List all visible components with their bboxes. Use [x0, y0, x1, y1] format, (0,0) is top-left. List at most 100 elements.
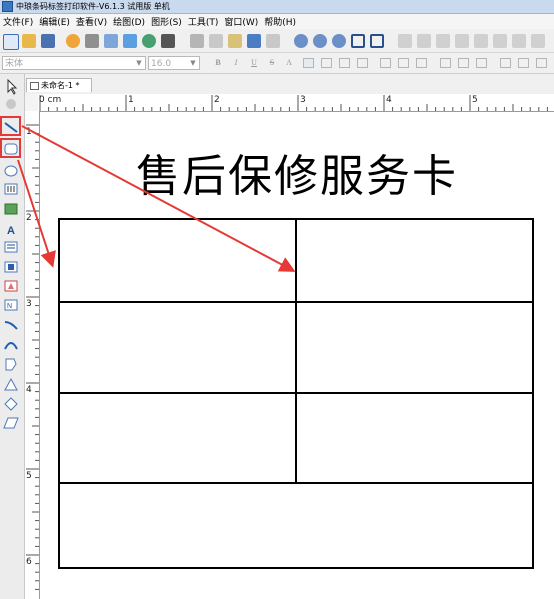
diamond-icon[interactable] [4, 397, 18, 411]
chevron-down-icon[interactable]: ▼ [134, 58, 144, 68]
horizontal-ruler: 0 cm 1 2 3 4 5 [38, 94, 554, 112]
export-icon[interactable] [142, 34, 156, 48]
rectangle-tool-highlight [0, 138, 21, 158]
svg-text:N: N [7, 303, 12, 310]
label-title-text[interactable]: 售后保修服务卡 [40, 140, 554, 204]
table-icon[interactable] [500, 58, 511, 68]
svg-text:A: A [7, 225, 15, 237]
menu-draw[interactable]: 绘图(D) [110, 15, 148, 28]
align-right-icon[interactable] [417, 34, 431, 48]
zoom-out-icon[interactable] [313, 34, 327, 48]
hand-icon[interactable] [6, 99, 16, 109]
paste-icon[interactable] [228, 34, 242, 48]
align-top-icon[interactable] [436, 34, 450, 48]
underline-button[interactable]: U [248, 57, 260, 69]
main-toolbar [0, 30, 554, 53]
border-icon[interactable] [518, 58, 529, 68]
barcode-icon[interactable] [4, 183, 18, 195]
align-left-text-icon[interactable] [303, 58, 314, 68]
chevron-down-icon[interactable]: ▼ [188, 58, 198, 68]
zoom-page-icon[interactable] [370, 34, 384, 48]
undo-icon[interactable] [247, 34, 261, 48]
redo-icon[interactable] [266, 34, 280, 48]
database-icon[interactable] [123, 34, 137, 48]
copy-icon[interactable] [209, 34, 223, 48]
group-icon[interactable] [474, 34, 488, 48]
triangle-icon[interactable] [4, 377, 18, 391]
ruler-v-label: 6 [26, 557, 32, 567]
valign-top-icon[interactable] [380, 58, 391, 68]
ruler-h-label: 3 [300, 95, 306, 105]
open-folder-icon[interactable] [22, 34, 36, 48]
font-size-value: 16.0 [151, 59, 172, 69]
grid-icon[interactable] [161, 34, 175, 48]
ruler-h-label: 4 [386, 95, 392, 105]
ungroup-icon[interactable] [493, 34, 507, 48]
polygon-icon[interactable] [5, 358, 17, 371]
qrcode-icon[interactable] [4, 261, 18, 273]
ruler-h-label: 5 [472, 95, 478, 105]
font-size-select[interactable]: 16.0 ▼ [148, 56, 200, 70]
align-center-text-icon[interactable] [321, 58, 332, 68]
menu-window[interactable]: 窗口(W) [221, 15, 261, 28]
ellipse-icon[interactable] [4, 165, 18, 177]
select-pointer-icon[interactable] [7, 78, 18, 95]
menu-tools[interactable]: 工具(T) [185, 15, 222, 28]
document-tab[interactable]: 未命名-1 * [26, 78, 92, 92]
ruler-corner [25, 94, 38, 112]
text-icon[interactable]: A [7, 225, 15, 237]
data-icon[interactable]: N [4, 299, 18, 311]
document-icon [30, 81, 39, 90]
window-title: 中琅条码标签打印软件-V6.1.3 试用版 单机 [16, 2, 170, 11]
char-spacing-icon[interactable] [440, 58, 451, 68]
align-left-icon[interactable] [398, 34, 412, 48]
ruler-h-label: 1 [128, 95, 134, 105]
line-spacing-icon[interactable] [458, 58, 469, 68]
valign-bottom-icon[interactable] [416, 58, 427, 68]
align-bottom-icon[interactable] [455, 34, 469, 48]
send-back-icon[interactable] [531, 34, 545, 48]
justify-text-icon[interactable] [357, 58, 368, 68]
title-bar: 中琅条码标签打印软件-V6.1.3 试用版 单机 [0, 0, 554, 14]
menu-help[interactable]: 帮助(H) [261, 15, 299, 28]
ruler-v-label: 2 [26, 213, 32, 223]
italic-button[interactable]: I [230, 57, 242, 69]
bold-button[interactable]: B [212, 57, 224, 69]
ruler-v-label: 1 [26, 127, 32, 137]
ruler-v-label: 3 [26, 299, 32, 309]
new-file-icon[interactable] [3, 34, 19, 50]
text-effect-icon[interactable]: A [283, 57, 295, 69]
menu-bar: 文件(F) 编辑(E) 查看(V) 绘图(D) 图形(S) 工具(T) 窗口(W… [0, 14, 554, 29]
label-canvas[interactable]: 售后保修服务卡 [40, 112, 554, 599]
print-icon[interactable] [85, 34, 99, 48]
curve-line-icon[interactable] [4, 321, 18, 330]
settings-icon[interactable] [66, 34, 80, 48]
bring-front-icon[interactable] [512, 34, 526, 48]
strikethrough-button[interactable]: S [266, 57, 278, 69]
ruler-v-label: 4 [26, 385, 32, 395]
format-toolbar: 宋体 ▼ 16.0 ▼ B I U S A [0, 53, 554, 74]
menu-shape[interactable]: 图形(S) [148, 15, 185, 28]
menu-edit[interactable]: 编辑(E) [36, 15, 73, 28]
shape-icon[interactable] [4, 280, 18, 292]
arc-icon[interactable] [4, 342, 18, 350]
fill-icon[interactable] [536, 58, 547, 68]
align-right-text-icon[interactable] [339, 58, 350, 68]
ruler-h-label: 0 cm [39, 95, 62, 105]
menu-view[interactable]: 查看(V) [73, 15, 110, 28]
print-preview-icon[interactable] [104, 34, 118, 48]
font-family-value: 宋体 [5, 59, 24, 69]
line-tool-highlight [0, 116, 21, 136]
font-family-select[interactable]: 宋体 ▼ [2, 56, 146, 70]
text-direction-icon[interactable] [476, 58, 487, 68]
valign-middle-icon[interactable] [398, 58, 409, 68]
save-icon[interactable] [41, 34, 55, 48]
cut-icon[interactable] [190, 34, 204, 48]
multiline-text-icon[interactable] [4, 241, 18, 253]
zoom-actual-icon[interactable] [351, 34, 365, 48]
parallelogram-icon[interactable] [3, 417, 19, 429]
menu-file[interactable]: 文件(F) [0, 15, 36, 28]
zoom-fit-icon[interactable] [332, 34, 346, 48]
image-icon[interactable] [4, 203, 18, 215]
zoom-in-icon[interactable] [294, 34, 308, 48]
